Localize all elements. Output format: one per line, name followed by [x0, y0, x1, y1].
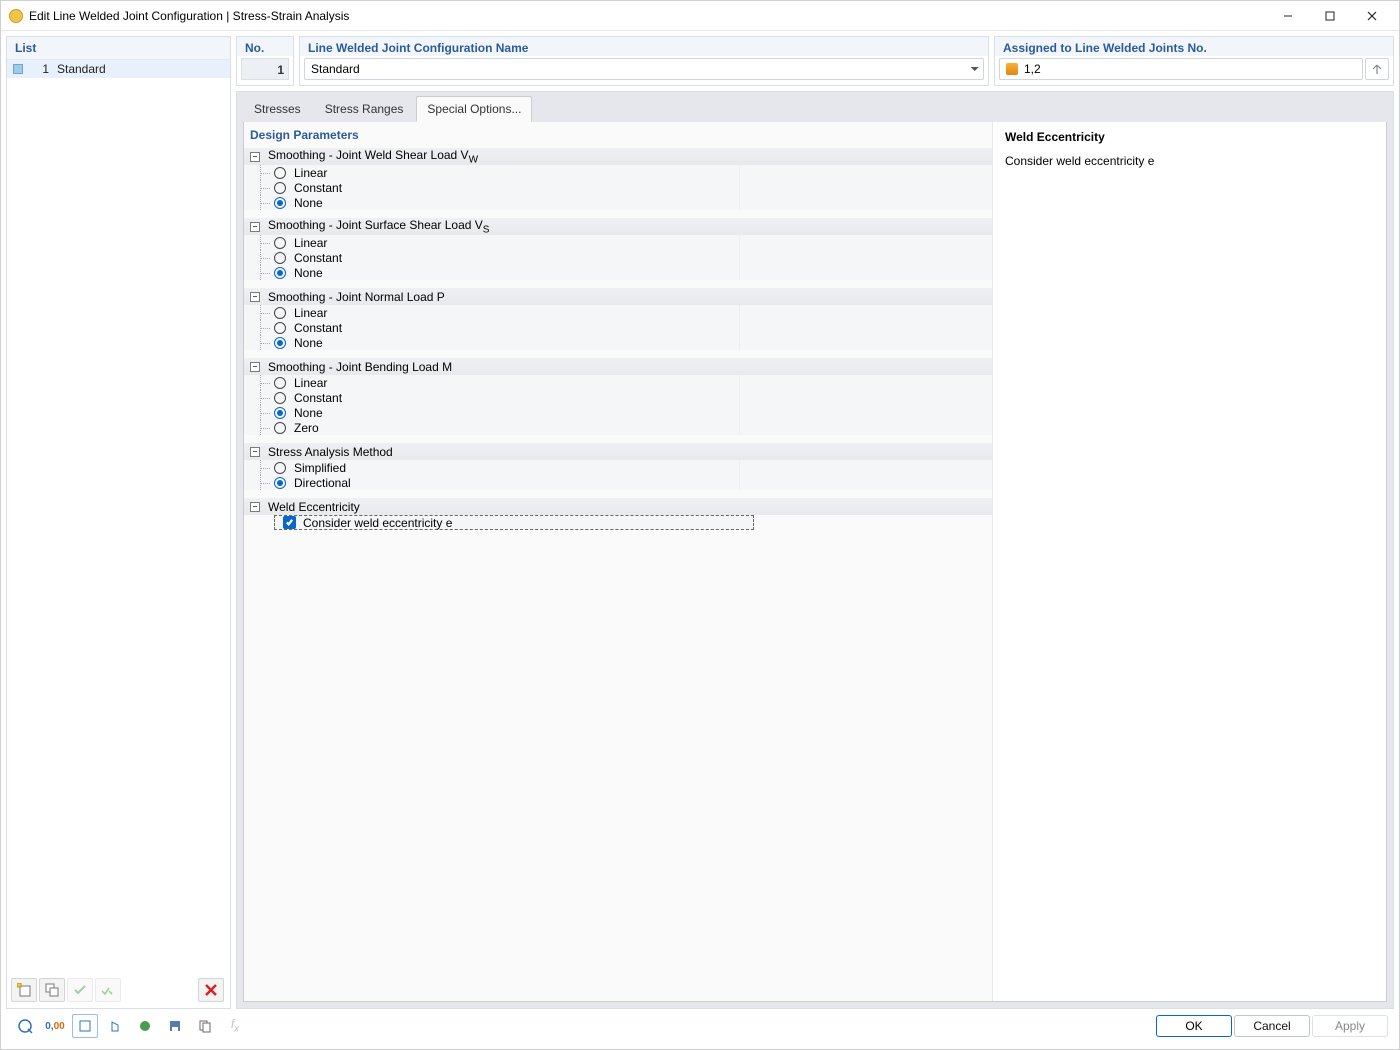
tabstrip: Stresses Stress Ranges Special Options..… — [237, 92, 1393, 122]
assigned-field: Assigned to Line Welded Joints No. 1,2 — [994, 36, 1394, 86]
bottom-toolbar: 0,00 fx OK Cancel Apply — [6, 1014, 1394, 1044]
new-item-button[interactable] — [11, 978, 37, 1002]
group-header-method[interactable]: − Stress Analysis Method — [244, 443, 992, 460]
option-m-constant[interactable]: Constant — [244, 390, 992, 405]
main-window: Edit Line Welded Joint Configuration | S… — [0, 0, 1400, 1050]
config-name-select[interactable]: Standard — [304, 58, 984, 80]
collapse-icon[interactable]: − — [250, 447, 260, 457]
group-label-p: Smoothing - Joint Normal Load P — [268, 290, 445, 304]
option-m-none[interactable]: None — [244, 405, 992, 420]
list-item-index: 1 — [31, 62, 49, 76]
option-method-simplified[interactable]: Simplified — [244, 460, 992, 475]
option-p-none[interactable]: None — [244, 335, 992, 350]
window-title-text: Edit Line Welded Joint Configuration | S… — [29, 9, 349, 23]
option-vs-constant[interactable]: Constant — [244, 250, 992, 265]
assigned-label: Assigned to Line Welded Joints No. — [995, 37, 1393, 56]
duplicate-item-button[interactable] — [39, 978, 65, 1002]
collapse-icon[interactable]: − — [250, 502, 260, 512]
assigned-pick-button[interactable] — [1365, 58, 1389, 80]
help-button[interactable] — [12, 1014, 38, 1038]
group-header-vw[interactable]: − Smoothing - Joint Weld Shear Load VW — [244, 148, 992, 165]
copy-button[interactable] — [192, 1014, 218, 1038]
cancel-button[interactable]: Cancel — [1234, 1015, 1310, 1037]
tab-special-options[interactable]: Special Options... — [416, 96, 532, 122]
group-header-ecc[interactable]: − Weld Eccentricity — [244, 498, 992, 515]
apply-button[interactable]: Apply — [1312, 1015, 1388, 1037]
view-button-1[interactable] — [72, 1014, 98, 1038]
option-m-zero[interactable]: Zero — [244, 420, 992, 435]
collapse-icon[interactable]: − — [250, 362, 260, 372]
number-label: No. — [237, 37, 293, 56]
group-header-vs[interactable]: − Smoothing - Joint Surface Shear Load V… — [244, 218, 992, 235]
number-value[interactable]: 1 — [241, 58, 289, 80]
assigned-value: 1,2 — [1024, 62, 1041, 76]
number-field: No. 1 — [236, 36, 294, 86]
maximize-button[interactable] — [1309, 1, 1351, 31]
option-ecc-consider[interactable]: Consider weld eccentricity e — [274, 515, 754, 530]
function-button: fx — [222, 1014, 248, 1038]
minimize-button[interactable] — [1267, 1, 1309, 31]
group-label-vw: Smoothing - Joint Weld Shear Load VW — [268, 148, 478, 165]
assigned-input[interactable]: 1,2 — [999, 58, 1363, 80]
tab-stress-ranges[interactable]: Stress Ranges — [314, 96, 415, 122]
tabs-pane: Stresses Stress Ranges Special Options..… — [236, 91, 1394, 1009]
group-header-m[interactable]: − Smoothing - Joint Bending Load M — [244, 358, 992, 375]
parameters-header: Design Parameters — [244, 122, 992, 148]
info-title: Weld Eccentricity — [1005, 130, 1376, 144]
option-vw-none[interactable]: None — [244, 195, 992, 210]
collapse-icon[interactable]: − — [250, 292, 260, 302]
list-item-name: Standard — [57, 62, 224, 76]
option-vw-constant[interactable]: Constant — [244, 180, 992, 195]
titlebar: Edit Line Welded Joint Configuration | S… — [1, 1, 1399, 31]
option-vw-linear[interactable]: Linear — [244, 165, 992, 180]
group-label-vs: Smoothing - Joint Surface Shear Load VS — [268, 218, 489, 235]
collapse-icon[interactable]: − — [250, 222, 260, 232]
group-label-method: Stress Analysis Method — [268, 445, 393, 459]
close-button[interactable] — [1351, 1, 1393, 31]
group-header-p[interactable]: − Smoothing - Joint Normal Load P — [244, 288, 992, 305]
collapse-icon[interactable]: − — [250, 152, 260, 162]
option-ecc-label: Consider weld eccentricity e — [303, 516, 456, 530]
toolbar-btn-3 — [67, 978, 93, 1002]
app-icon — [9, 9, 23, 23]
info-pane: Weld Eccentricity Consider weld eccentri… — [992, 122, 1386, 1001]
view-button-2[interactable] — [102, 1014, 128, 1038]
option-vs-linear[interactable]: Linear — [244, 235, 992, 250]
list-header: List — [7, 37, 230, 60]
view-button-3[interactable] — [132, 1014, 158, 1038]
ok-button[interactable]: OK — [1156, 1015, 1232, 1037]
save-button[interactable] — [162, 1014, 188, 1038]
group-label-m: Smoothing - Joint Bending Load M — [268, 360, 452, 374]
list-pane: List 1 Standard — [6, 36, 231, 1009]
toolbar-btn-4 — [95, 978, 121, 1002]
info-text: Consider weld eccentricity e — [1005, 154, 1376, 168]
option-vs-none[interactable]: None — [244, 265, 992, 280]
option-m-linear[interactable]: Linear — [244, 375, 992, 390]
units-button[interactable]: 0,00 — [42, 1014, 68, 1038]
joint-icon — [1006, 63, 1018, 75]
config-name-label: Line Welded Joint Configuration Name — [300, 37, 988, 56]
list-item[interactable]: 1 Standard — [7, 60, 230, 78]
checkbox-icon — [283, 516, 296, 529]
group-label-ecc: Weld Eccentricity — [268, 500, 360, 514]
option-p-constant[interactable]: Constant — [244, 320, 992, 335]
delete-item-button[interactable] — [198, 978, 224, 1002]
tab-stresses[interactable]: Stresses — [243, 96, 312, 122]
parameters-area: Design Parameters − Smoothing - Joint We… — [244, 122, 992, 1001]
list-item-icon — [13, 64, 23, 74]
option-method-directional[interactable]: Directional — [244, 475, 992, 490]
option-p-linear[interactable]: Linear — [244, 305, 992, 320]
window-title: Edit Line Welded Joint Configuration | S… — [9, 9, 1267, 23]
list-toolbar — [7, 975, 230, 1008]
config-name-field: Line Welded Joint Configuration Name Sta… — [299, 36, 989, 86]
